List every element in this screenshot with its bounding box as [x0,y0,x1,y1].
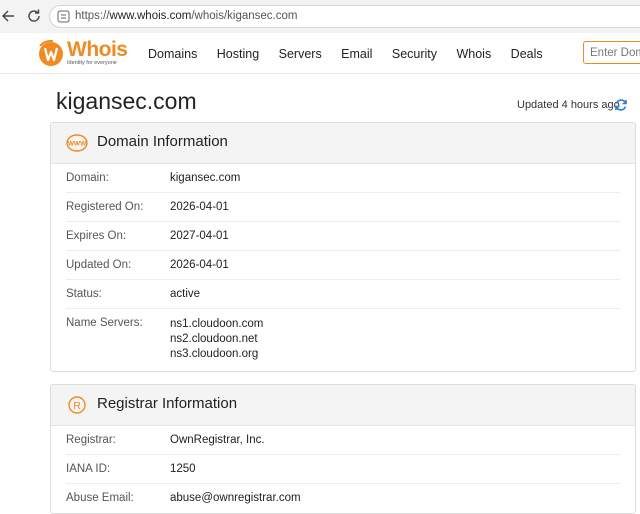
info-row-updated-on: Updated On: 2026-04-01 [66,251,620,280]
logo-wordmark: Whois [67,38,128,61]
card-header: WWW Domain Information [51,123,635,164]
nav-servers[interactable]: Servers [279,47,322,61]
info-row-iana-id: IANA ID: 1250 [66,455,620,484]
svg-text:R: R [73,400,81,412]
logo-mark-icon [39,39,63,66]
row-value: kigansec.com [170,172,241,184]
info-row-abuse-email: Abuse Email: abuse@ownregistrar.com [66,484,620,513]
info-row-domain: Domain: kigansec.com [66,164,620,193]
site-header: Whois Identity for everyone Domains Host… [0,33,640,74]
name-server-list: ns1.cloudoon.com ns2.cloudoon.net ns3.cl… [170,317,263,362]
row-value: 2026-04-01 [170,201,229,213]
row-value: active [170,288,201,300]
row-label: Registrar: [66,434,116,446]
row-value: OwnRegistrar, Inc. [170,434,265,446]
info-row-status: Status: active [66,280,620,309]
row-label: Updated On: [66,259,132,271]
page-title: kigansec.com [56,88,197,114]
logo-tagline: Identity for everyone [67,60,117,66]
row-value: 1250 [170,463,196,475]
registrar-information-card: R Registrar Information Registrar: OwnRe… [50,384,636,514]
url-text: https://www.whois.com/whois/kigansec.com [75,10,298,22]
info-row-name-servers: Name Servers: ns1.cloudoon.com ns2.cloud… [66,309,620,369]
domain-information-card: WWW Domain Information Domain: kigansec.… [50,122,636,372]
www-icon: WWW [66,134,88,152]
row-label: Status: [66,288,102,300]
svg-text:WWW: WWW [68,141,87,148]
abuse-email-link[interactable]: abuse@ownregistrar.com [170,492,301,504]
reload-icon[interactable] [25,7,43,25]
nav-domains[interactable]: Domains [148,47,197,61]
name-server: ns3.cloudoon.org [170,348,259,360]
card-title: Domain Information [97,133,228,150]
row-label: Registered On: [66,201,144,213]
row-label: Abuse Email: [66,492,134,504]
domain-search-input[interactable] [583,41,640,64]
card-title: Registrar Information [97,395,238,412]
browser-toolbar: https://www.whois.com/whois/kigansec.com [0,0,640,34]
site-info-icon[interactable] [57,10,70,23]
back-arrow-icon[interactable] [0,7,18,25]
nav-hosting[interactable]: Hosting [217,47,259,61]
name-server: ns2.cloudoon.net [170,333,258,345]
whois-logo[interactable]: Whois Identity for everyone [37,38,132,68]
card-header: R Registrar Information [51,385,635,426]
nav-whois[interactable]: Whois [456,47,491,61]
row-label: Expires On: [66,230,127,242]
updated-status: Updated 4 hours ago [517,99,620,111]
info-row-expires-on: Expires On: 2027-04-01 [66,222,620,251]
row-label: Domain: [66,172,109,184]
info-row-registered-on: Registered On: 2026-04-01 [66,193,620,222]
row-value: 2027-04-01 [170,230,229,242]
row-value: 2026-04-01 [170,259,229,271]
address-bar[interactable]: https://www.whois.com/whois/kigansec.com [49,5,640,28]
nav-deals[interactable]: Deals [511,47,543,61]
nav-security[interactable]: Security [392,47,437,61]
info-row-registrar: Registrar: OwnRegistrar, Inc. [66,426,620,455]
registered-trademark-icon: R [68,396,86,414]
refresh-icon[interactable] [614,98,628,112]
nav-email[interactable]: Email [341,47,372,61]
row-label: Name Servers: [66,317,143,329]
name-server: ns1.cloudoon.com [170,318,264,330]
main-nav: Domains Hosting Servers Email Security W… [148,45,558,63]
row-label: IANA ID: [66,463,111,475]
